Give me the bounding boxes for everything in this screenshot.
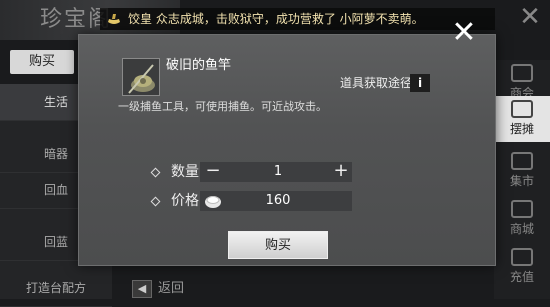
quantity-input[interactable]: 1 bbox=[226, 162, 330, 182]
back-label: 返回 bbox=[158, 281, 185, 296]
item-description: 一级捕鱼工具，可使用捕鱼。可近战攻击。 bbox=[118, 100, 327, 113]
market-icon bbox=[511, 152, 533, 170]
price-value: 160 bbox=[265, 193, 291, 208]
nav-label: 充值 bbox=[509, 270, 534, 284]
fishing-rod-icon bbox=[122, 58, 160, 96]
price-label-text: 价格 bbox=[171, 193, 199, 209]
plus-button[interactable]: + bbox=[330, 162, 352, 182]
stall-icon bbox=[511, 100, 533, 118]
nav-item-stall[interactable]: 摆摊 bbox=[494, 96, 550, 142]
nav-item-recharge[interactable]: 充值 bbox=[494, 244, 550, 290]
diamond-icon bbox=[150, 167, 161, 177]
category-item[interactable]: 打造台配方 bbox=[0, 270, 112, 307]
buy-button[interactable]: 购买 bbox=[228, 231, 328, 259]
item-name: 破旧的鱼竿 bbox=[166, 58, 232, 73]
notice-text: 饺皇 众志成城，击败狱守，成功营救了 小阿萝不卖萌。 bbox=[128, 12, 424, 26]
system-notice: 饺皇 众志成城，击败狱守，成功营救了 小阿萝不卖萌。 bbox=[100, 8, 495, 30]
tab-buy[interactable]: 购买 bbox=[10, 50, 74, 74]
quantity-label: 数量 bbox=[150, 162, 199, 182]
tab-buy-label: 购买 bbox=[28, 54, 55, 69]
diamond-icon bbox=[150, 196, 161, 206]
close-icon[interactable]: ✕ bbox=[449, 18, 479, 49]
top-close-icon[interactable]: ✕ bbox=[515, 2, 545, 32]
back-arrow-icon: ◀ bbox=[132, 279, 152, 298]
nav-label: 集市 bbox=[509, 174, 534, 188]
guild-icon bbox=[511, 64, 533, 82]
boot-icon bbox=[108, 14, 120, 24]
right-nav: 商会 摆摊 集市 商城 充值 bbox=[494, 60, 550, 299]
quantity-label-text: 数量 bbox=[171, 164, 199, 180]
mall-icon bbox=[511, 200, 533, 218]
item-source-label: 道具获取途径 bbox=[339, 76, 412, 90]
info-icon[interactable]: i bbox=[410, 74, 430, 92]
nav-label: 商城 bbox=[509, 222, 534, 236]
nav-item-market[interactable]: 集市 bbox=[494, 148, 550, 194]
price-label: 价格 bbox=[150, 191, 199, 211]
back-button[interactable]: ◀ 返回 bbox=[132, 278, 222, 299]
nav-item-mall[interactable]: 商城 bbox=[494, 196, 550, 242]
nav-label: 摆摊 bbox=[509, 122, 534, 136]
minus-button[interactable]: − bbox=[202, 162, 224, 182]
recharge-icon bbox=[511, 248, 533, 266]
silver-coin-icon bbox=[204, 193, 222, 209]
